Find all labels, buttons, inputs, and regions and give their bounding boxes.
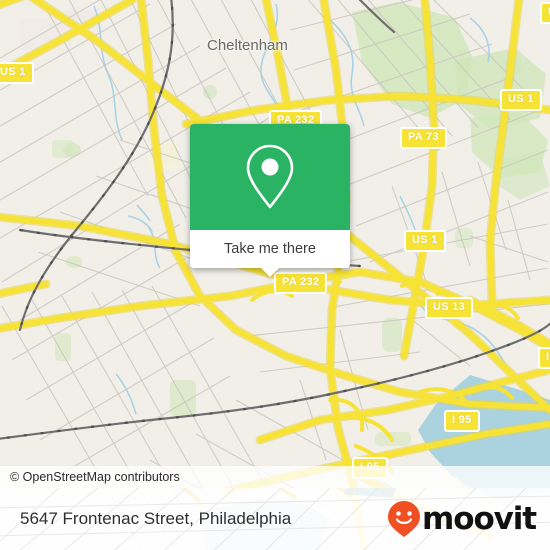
shield-us-1-west-clipped[interactable]: US 1 — [0, 62, 34, 84]
moovit-map-screenshot: Cheltenham US 1 US 1 PA 232 PA 73 US 1 U… — [0, 0, 550, 550]
shield-interstate-right-clipped[interactable]: I — [538, 347, 550, 369]
bottom-info-bar: 5647 Frontenac Street, Philadelphia moov… — [0, 488, 550, 550]
moovit-logo[interactable]: moovit — [387, 500, 550, 538]
place-label-cheltenham: Cheltenham — [207, 37, 288, 54]
shield-us-1-east[interactable]: US 1 — [404, 230, 446, 252]
openstreetmap-attribution[interactable]: © OpenStreetMap contributors — [0, 470, 180, 484]
location-address-label: 5647 Frontenac Street, Philadelphia — [20, 509, 292, 528]
popup-pointer-tail — [261, 268, 279, 277]
location-pin-icon — [246, 144, 294, 209]
shield-us-1-topright-clipped[interactable]: US 1 — [540, 2, 550, 24]
shield-pa-232-south[interactable]: PA 232 — [274, 272, 328, 294]
moovit-wordmark: moovit — [422, 500, 537, 537]
location-popup-card[interactable]: Take me there — [190, 124, 350, 277]
shield-pa-73[interactable]: PA 73 — [400, 127, 447, 149]
moovit-smiley-pin-icon — [388, 501, 421, 537]
map-attribution-strip: © OpenStreetMap contributors — [0, 466, 550, 488]
shield-us-1-northeast[interactable]: US 1 — [500, 89, 542, 111]
popup-pin-area — [190, 124, 350, 230]
shield-us-13[interactable]: US 13 — [425, 297, 474, 319]
shield-i-95-east[interactable]: I 95 — [444, 410, 480, 432]
take-me-there-label: Take me there — [224, 241, 316, 257]
popup-cta-footer[interactable]: Take me there — [190, 230, 350, 277]
